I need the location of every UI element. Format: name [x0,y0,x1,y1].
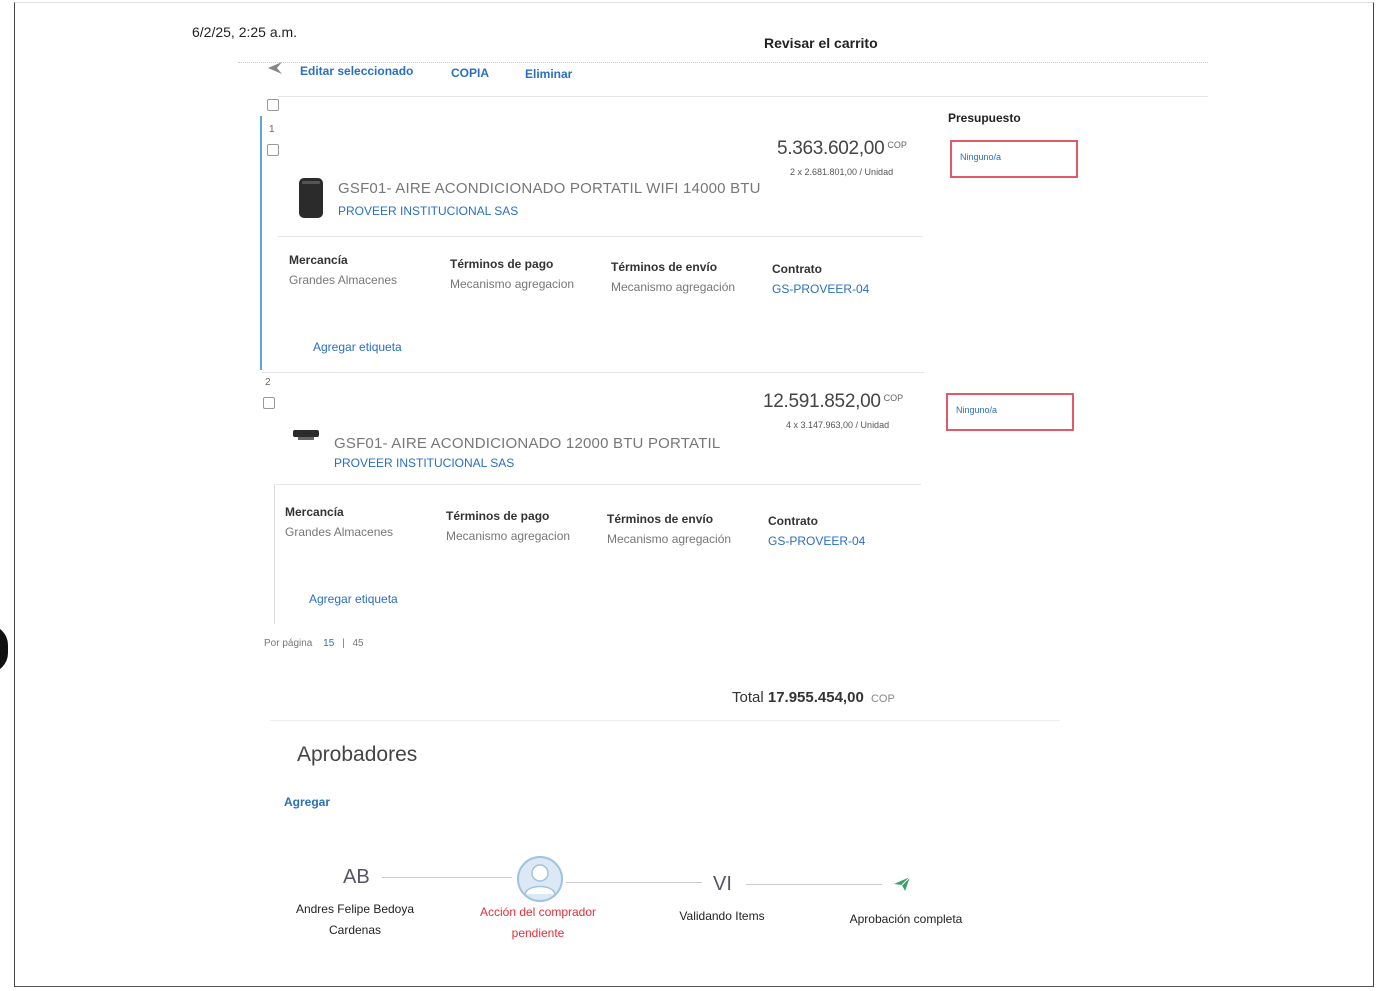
approvers-title: Aprobadores [297,743,418,766]
item-checkbox[interactable] [263,397,275,409]
budget-value: Ninguno/a [960,152,1002,162]
paper-plane-icon [893,876,911,897]
collapse-icon[interactable] [266,60,284,81]
page-title: Revisar el carrito [764,35,878,51]
validating-items-step: Validando Items [679,909,765,923]
budget-select[interactable]: Ninguno/a [946,393,1074,431]
shipping-terms-value: Mecanismo agregación [611,280,736,294]
product-image[interactable] [292,428,320,446]
user-avatar-icon [515,854,565,909]
timeline-connector [382,877,512,878]
cart-total: Total 17.955.454,00 COP [732,689,895,706]
product-image[interactable] [298,176,324,225]
supplier-link[interactable]: PROVEER INSTITUCIONAL SAS [338,204,518,218]
page-edge-mark [0,625,8,673]
total-label: Total [732,689,764,706]
timestamp: 6/2/25, 2:25 a.m. [192,24,298,40]
unit-price: 4 x 3.147.963,00 / Unidad [786,420,890,430]
supplier-link[interactable]: PROVEER INSTITUCIONAL SAS [334,456,514,470]
approver-avatar-initials[interactable]: AB [343,866,370,889]
item-price: 12.591.852,00 COP [763,391,903,413]
merchandise-value: Grandes Almacenes [289,273,398,287]
per-page-separator: | [342,638,345,649]
per-page-option-15[interactable]: 15 [323,638,334,649]
payment-terms-label: Términos de pago [446,509,550,523]
approver-name: Andres Felipe Bedoya Cardenas [282,899,428,941]
contract-link[interactable]: GS-PROVEER-04 [768,534,865,548]
header-divider [238,62,1208,63]
add-approver-link[interactable]: Agregar [284,795,330,809]
payment-terms-label: Términos de pago [450,257,554,271]
payment-terms-value: Mecanismo agregacion [446,529,571,543]
item-divider [276,484,921,485]
total-amount: 17.955.454,00 [767,689,864,706]
payment-terms-value: Mecanismo agregacion [450,277,575,291]
price-value: 12.591.852,00 [763,391,881,412]
selected-item-indicator [260,116,262,370]
total-divider [270,720,1060,721]
timeline-connector [566,882,702,883]
budget-header: Presupuesto [948,111,1021,125]
price-value: 5.363.602,00 [777,138,885,159]
item-checkbox[interactable] [267,144,279,156]
edit-selected-button[interactable]: Editar seleccionado [300,64,413,78]
item-price: 5.363.602,00 COP [777,138,907,160]
item-divider [278,236,923,237]
per-page-option-45[interactable]: 45 [352,638,363,649]
merchandise-value: Grandes Almacenes [285,525,394,539]
status-line: pendiente [511,926,565,940]
price-currency: COP [887,139,907,150]
pagination: Por página 15 | 45 [264,638,364,649]
product-name[interactable]: GSF01- AIRE ACONDICIONADO PORTATIL WIFI … [338,180,761,197]
approver-name-line: Andres Felipe Bedoya [295,902,415,916]
validation-step-initials: VI [713,873,732,895]
item-number: 2 [265,377,271,388]
unit-price: 2 x 2.681.801,00 / Unidad [790,167,894,177]
budget-value: Ninguno/a [956,405,998,415]
add-tag-link[interactable]: Agregar etiqueta [313,340,402,354]
product-name[interactable]: GSF01- AIRE ACONDICIONADO 12000 BTU PORT… [334,435,720,452]
delete-button[interactable]: Eliminar [525,67,572,81]
buyer-action-pending-status: Acción del comprador pendiente [462,902,614,944]
approval-complete-step: Aprobación completa [849,912,963,926]
status-line: Acción del comprador [479,905,597,919]
item-separator [262,372,924,373]
add-tag-link[interactable]: Agregar etiqueta [309,592,398,606]
item-guide-line [274,484,275,624]
shipping-terms-label: Términos de envío [611,260,718,274]
approver-name-line: Cardenas [328,923,382,937]
merchandise-label: Mercancía [289,253,348,267]
total-currency: COP [870,693,895,705]
select-all-checkbox[interactable] [267,99,279,111]
contract-label: Contrato [768,514,818,528]
item-number: 1 [269,124,275,135]
contract-label: Contrato [772,262,822,276]
page-frame [14,2,1374,987]
timeline-connector [746,884,882,885]
budget-select[interactable]: Ninguno/a [950,140,1078,178]
shipping-terms-label: Términos de envío [607,512,714,526]
toolbar-divider [278,96,1208,97]
shipping-terms-value: Mecanismo agregación [607,532,732,546]
merchandise-label: Mercancía [285,505,344,519]
per-page-label: Por página [264,638,313,649]
price-currency: COP [883,392,904,403]
contract-link[interactable]: GS-PROVEER-04 [772,282,869,296]
copy-button[interactable]: COPIA [451,66,489,80]
